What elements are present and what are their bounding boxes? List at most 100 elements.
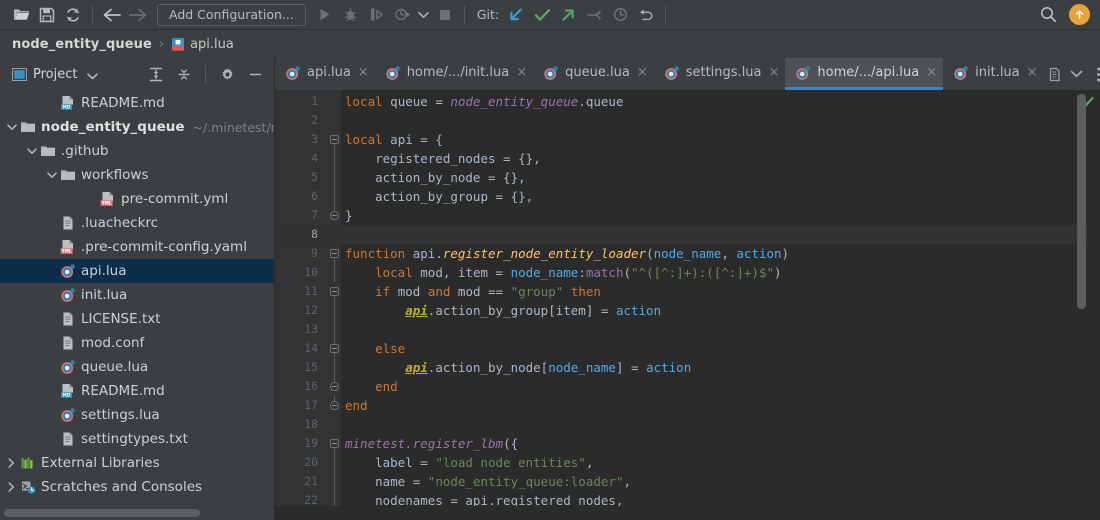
breadcrumb-project[interactable]: node_entity_queue (12, 37, 152, 52)
close-icon[interactable]: × (637, 66, 648, 79)
gear-icon[interactable] (214, 62, 240, 86)
chevron-right-icon[interactable] (4, 458, 19, 468)
fold-marker[interactable] (327, 206, 341, 225)
close-icon[interactable]: × (769, 66, 780, 79)
editor-vertical-scrollbar[interactable] (1077, 94, 1086, 309)
fold-marker[interactable] (327, 453, 341, 472)
tree-row-readme-md[interactable]: MD README.md (0, 91, 274, 115)
back-icon[interactable] (99, 3, 125, 27)
sync-icon[interactable] (60, 3, 86, 27)
fold-marker[interactable] (327, 472, 341, 491)
close-icon[interactable]: × (1027, 66, 1038, 79)
tree-row-node-entity-queue[interactable]: node_entity_queue ~/.minetest/m (0, 115, 274, 139)
code-line[interactable]: end (341, 396, 1100, 415)
tree-row-init-lua[interactable]: init.lua (0, 283, 274, 307)
tree-row-license-txt[interactable]: LICENSE.txt (0, 307, 274, 331)
code-line[interactable] (341, 415, 1100, 434)
code-line[interactable]: action_by_node = {}, (341, 168, 1100, 187)
code-line[interactable]: function api.register_node_entity_loader… (341, 244, 1100, 263)
close-icon[interactable]: × (516, 66, 527, 79)
fold-marker[interactable] (327, 491, 341, 506)
collapse-all-icon[interactable] (171, 62, 197, 86)
more-options-icon[interactable] (1088, 59, 1100, 89)
fold-marker[interactable] (327, 377, 341, 396)
editor-tab-api-lua[interactable]: api.lua × (275, 58, 375, 90)
code-line[interactable]: } (341, 206, 1100, 225)
save-icon[interactable] (34, 3, 60, 27)
code-line[interactable]: api.action_by_group[item] = action (341, 301, 1100, 320)
tree-row--luacheckrc[interactable]: .luacheckrc (0, 211, 274, 235)
tree-row--github[interactable]: .github (0, 139, 274, 163)
git-commit-icon[interactable] (529, 3, 555, 27)
editor-tab-settings-lua[interactable]: settings.lua × (654, 58, 786, 90)
fold-marker[interactable] (327, 187, 341, 206)
code-line[interactable] (341, 320, 1100, 339)
fold-marker[interactable] (327, 168, 341, 187)
breadcrumb-file[interactable]: api.lua (190, 37, 234, 52)
project-chevron-down-icon[interactable] (87, 65, 99, 84)
scrollbar-thumb[interactable] (4, 509, 200, 517)
project-tool-title[interactable]: Project (33, 67, 77, 82)
fold-marker[interactable] (327, 130, 341, 149)
code-line[interactable]: minetest.register_lbm({ (341, 434, 1100, 453)
editor-tab-home-api-lua[interactable]: home/.../api.lua × (785, 58, 944, 90)
tree-row-readme-md[interactable]: MD README.md (0, 379, 274, 403)
search-icon[interactable] (1035, 3, 1061, 27)
close-icon[interactable]: × (358, 66, 369, 79)
code-line[interactable]: local mod, item = node_name:match("^([^:… (341, 263, 1100, 282)
fold-marker[interactable] (327, 244, 341, 263)
code-line[interactable]: nodenames = api.registered_nodes, (341, 491, 1100, 506)
code-line[interactable] (341, 111, 1100, 130)
editor-tab-init-lua[interactable]: init.lua × (943, 58, 1043, 90)
code-line[interactable]: end (341, 377, 1100, 396)
chevron-down-icon[interactable] (4, 123, 19, 131)
open-folder-icon[interactable] (8, 3, 34, 27)
chevron-down-icon[interactable] (416, 3, 432, 27)
tree-row-workflows[interactable]: workflows (0, 163, 274, 187)
tree-row-settingtypes-txt[interactable]: settingtypes.txt (0, 427, 274, 451)
fold-marker[interactable] (327, 301, 341, 320)
code-line[interactable]: label = "load node entities", (341, 453, 1100, 472)
tree-row-external-libraries[interactable]: External Libraries (0, 451, 274, 475)
git-update-icon[interactable] (503, 3, 529, 27)
fold-marker[interactable] (327, 358, 341, 377)
tree-row--pre-commit-config-yaml[interactable]: YML .pre-commit-config.yaml (0, 235, 274, 259)
fold-marker[interactable] (327, 434, 341, 453)
code-line[interactable]: name = "node_entity_queue:loader", (341, 472, 1100, 491)
fold-marker[interactable] (327, 263, 341, 282)
code-line[interactable] (341, 225, 1100, 244)
code-line[interactable]: if mod and mod == "group" then (341, 282, 1100, 301)
add-configuration-button[interactable]: Add Configuration... (157, 3, 306, 26)
code-line[interactable]: else (341, 339, 1100, 358)
tree-row-pre-commit-yml[interactable]: YML pre-commit.yml (0, 187, 274, 211)
tree-row-mod-conf[interactable]: mod.conf (0, 331, 274, 355)
recent-files-icon[interactable] (1044, 59, 1066, 89)
expand-all-icon[interactable] (143, 62, 169, 86)
fold-marker[interactable] (327, 149, 341, 168)
code-line[interactable]: action_by_group = {}, (341, 187, 1100, 206)
code-line[interactable]: local queue = node_entity_queue.queue (341, 92, 1100, 111)
git-revert-icon[interactable] (633, 3, 659, 27)
git-push-icon[interactable] (555, 3, 581, 27)
chevron-down-icon[interactable] (24, 147, 39, 155)
fold-marker[interactable] (327, 320, 341, 339)
code-line[interactable]: registered_nodes = {}, (341, 149, 1100, 168)
fold-marker[interactable] (327, 396, 341, 415)
sidebar-horizontal-scrollbar[interactable] (0, 506, 274, 520)
chevron-down-icon[interactable] (44, 171, 59, 179)
hide-panel-icon[interactable] (242, 62, 268, 86)
code-editor[interactable]: 1234567891011121314151617181920212223242… (275, 90, 1100, 506)
tree-row-scratches-and-consoles[interactable]: Scratches and Consoles (0, 475, 274, 499)
code-line[interactable]: local api = { (341, 130, 1100, 149)
update-available-avatar[interactable] (1069, 4, 1090, 25)
code-line[interactable]: api.action_by_node[node_name] = action (341, 358, 1100, 377)
tree-row-queue-lua[interactable]: queue.lua (0, 355, 274, 379)
code-folding-gutter[interactable] (327, 90, 341, 506)
code-text[interactable]: local queue = node_entity_queue.queue lo… (341, 90, 1100, 506)
fold-marker[interactable] (327, 339, 341, 358)
close-icon[interactable]: × (926, 66, 937, 79)
tab-list-chevron-down-icon[interactable] (1066, 59, 1088, 89)
editor-tab-queue-lua[interactable]: queue.lua × (533, 58, 654, 90)
tree-row-settings-lua[interactable]: settings.lua (0, 403, 274, 427)
editor-tab-home-init-lua[interactable]: home/.../init.lua × (375, 58, 533, 90)
